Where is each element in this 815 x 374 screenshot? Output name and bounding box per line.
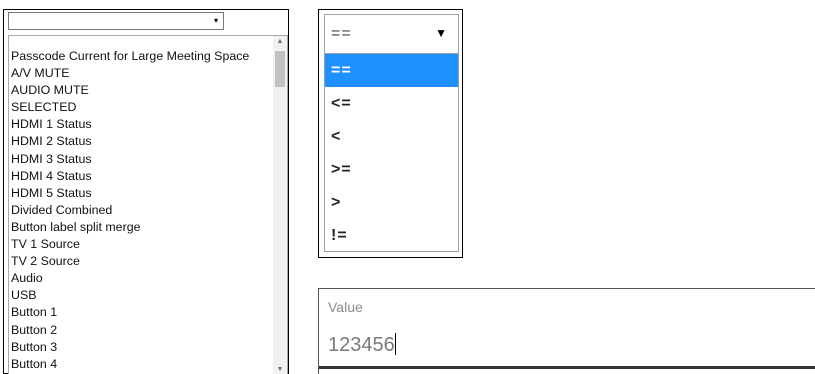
list-item[interactable]: Passcode Current for Large Meeting Space xyxy=(11,48,273,65)
text-cursor xyxy=(394,333,396,355)
list-item[interactable]: HDMI 5 Status xyxy=(11,185,273,202)
list-item[interactable]: Button 4 xyxy=(11,356,273,373)
scroll-up-icon[interactable]: ▲ xyxy=(273,36,287,48)
value-underline xyxy=(319,366,815,369)
operator-option[interactable]: < xyxy=(325,120,458,153)
listbox-scrollbar[interactable]: ▲ ▼ xyxy=(273,36,287,374)
list-item[interactable]: Button label split merge xyxy=(11,219,273,236)
operator-option[interactable]: <= xyxy=(325,87,458,120)
field-listbox[interactable]: Passcode Current for Large Meeting Space… xyxy=(8,35,288,374)
operator-select[interactable]: == ▼ xyxy=(324,14,459,54)
operator-select-value: == xyxy=(331,25,352,42)
list-item[interactable]: Divided Combined xyxy=(11,202,273,219)
list-item[interactable]: HDMI 1 Status xyxy=(11,116,273,133)
list-item[interactable]: A/V MUTE xyxy=(11,65,273,82)
value-label: Value xyxy=(328,299,363,315)
list-item[interactable]: AUDIO MUTE xyxy=(11,82,273,99)
list-item[interactable]: Button 2 xyxy=(11,322,273,339)
value-field[interactable]: Value 123456 xyxy=(318,288,815,374)
operator-option[interactable]: != xyxy=(325,219,458,252)
value-input[interactable]: 123456 xyxy=(328,333,396,357)
list-item[interactable]: HDMI 2 Status xyxy=(11,133,273,150)
operator-option[interactable]: == xyxy=(325,54,458,87)
list-item[interactable]: TV 1 Source xyxy=(11,236,273,253)
list-item[interactable]: TV 2 Source xyxy=(11,253,273,270)
list-item[interactable]: USB xyxy=(11,287,273,304)
chevron-down-icon: ▾ xyxy=(213,16,218,25)
field-list: Passcode Current for Large Meeting Space… xyxy=(11,48,273,373)
operator-option[interactable]: > xyxy=(325,186,458,219)
operator-options: == <= < >= > != xyxy=(324,54,459,252)
operator-dropdown-panel: == ▼ == <= < >= > != xyxy=(318,9,463,258)
list-item[interactable]: Button 1 xyxy=(11,304,273,321)
field-select[interactable]: ▾ xyxy=(8,12,224,30)
list-item[interactable]: Button 3 xyxy=(11,339,273,356)
operator-option[interactable]: >= xyxy=(325,153,458,186)
scroll-down-icon[interactable]: ▼ xyxy=(273,364,287,374)
field-select-panel: ▾ Passcode Current for Large Meeting Spa… xyxy=(3,9,289,374)
list-item[interactable]: Audio xyxy=(11,270,273,287)
value-input-text: 123456 xyxy=(328,334,395,356)
list-item[interactable]: HDMI 4 Status xyxy=(11,168,273,185)
dropdown-arrow-icon: ▼ xyxy=(435,26,447,40)
scrollbar-thumb[interactable] xyxy=(275,51,285,87)
list-item[interactable]: HDMI 3 Status xyxy=(11,151,273,168)
list-item[interactable]: SELECTED xyxy=(11,99,273,116)
